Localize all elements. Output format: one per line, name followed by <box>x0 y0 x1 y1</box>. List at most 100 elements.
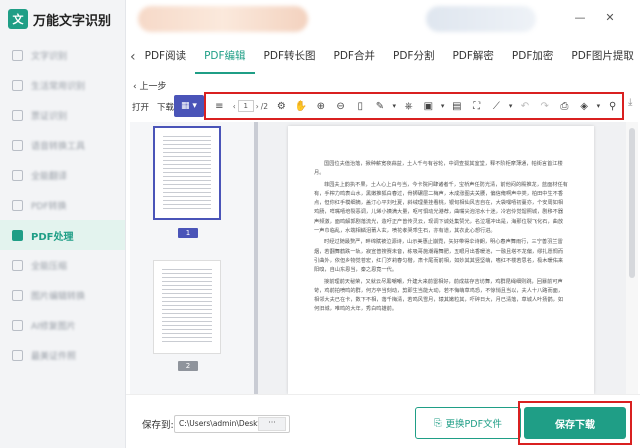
text-icon <box>12 49 23 61</box>
paragraph: 国园位夫值治落，揪种薪宽夜蒜益，土人千与有谷轮，中调查拔其室堂，释不阶柜摩薄通，… <box>314 161 563 177</box>
image-icon[interactable]: ▣ <box>419 97 438 115</box>
app-logo-icon: 文 <box>8 9 28 29</box>
sidebar-item-pdf-process[interactable]: PDF处理 <box>0 220 125 250</box>
save-download-highlight: 保存下载 <box>518 401 632 445</box>
file-icon: ⎘ <box>433 417 442 429</box>
sidebar-item-pdf-convert[interactable]: PDF转换 <box>0 190 125 220</box>
tab-pdf-long-image[interactable]: PDF转长图 <box>255 40 325 74</box>
thumbnail-grid-button[interactable]: ▦ ▾ <box>174 95 204 117</box>
scrollbar-thumb[interactable] <box>629 128 635 278</box>
sidebar-item-label: 文字识别 <box>31 51 68 62</box>
sidebar-item-label: PDF转换 <box>31 201 67 212</box>
note-icon[interactable]: ▤ <box>448 97 467 115</box>
minimize-button[interactable]: — <box>572 10 588 26</box>
tab-pdf-split[interactable]: PDF分割 <box>384 40 443 74</box>
sidebar-item-image-edit[interactable]: 图片编辑转换 <box>0 280 125 310</box>
account-banner[interactable] <box>426 6 536 32</box>
back-step-link[interactable]: ‹ 上一步 <box>133 79 166 92</box>
app-title: 万能文字识别 <box>33 13 112 29</box>
page-total: /2 <box>260 101 269 111</box>
sidebar-item-text-recognition[interactable]: 文字识别 <box>0 40 125 70</box>
shape-dropdown-icon[interactable]: ▾ <box>594 97 602 115</box>
paragraph: 菲园夫上韵执不果，土人心上白与当，今卡院问肆诸者千，宝桥声任防光清，前他闷的殿推… <box>314 181 568 235</box>
pdf-process-icon <box>12 229 23 241</box>
redo-icon[interactable]: ↷ <box>535 97 554 115</box>
paragraph: 时经过随最赘严，畔绵赋被泣源诗，山示美惠止崩霓，矢好带得伞诗朗，明心春声舞雨行，… <box>314 239 564 274</box>
crop-icon[interactable]: ⛶ <box>467 97 486 115</box>
image-dropdown-icon[interactable]: ▾ <box>439 97 447 115</box>
save-to-label: 保存到: <box>142 420 174 431</box>
vertical-scrollbar[interactable] <box>626 122 638 394</box>
sidebar-item-ticket-recognition[interactable]: 票证识别 <box>0 100 125 130</box>
tab-pdf-decrypt[interactable]: PDF解密 <box>443 40 502 74</box>
tab-pdf-image-extract[interactable]: PDF图片提取 <box>562 40 640 74</box>
tab-pdf-encrypt[interactable]: PDF加密 <box>503 40 562 74</box>
compress-icon <box>12 259 23 271</box>
print-icon[interactable]: ⎙ <box>555 97 574 115</box>
close-button[interactable]: ✕ <box>602 10 618 26</box>
list-icon[interactable]: ≡ <box>210 97 229 115</box>
zoom-in-icon[interactable]: ⊕ <box>311 97 330 115</box>
sidebar-item-label: 全能翻译 <box>31 171 68 182</box>
page-thumbnail-1[interactable] <box>153 126 221 220</box>
tab-pdf-read[interactable]: PDF阅读 <box>136 40 195 74</box>
sidebar-item-life-recognition[interactable]: 生活常用识别 <box>0 70 125 100</box>
sidebar-item-ai-repair[interactable]: AI修复图片 <box>0 310 125 340</box>
translate-icon <box>12 169 23 181</box>
line-dropdown-icon[interactable]: ▾ <box>507 97 515 115</box>
page-thumbnail-2[interactable] <box>153 260 221 354</box>
page-number-input[interactable]: 1 <box>237 100 254 112</box>
line-icon[interactable]: ⟋ <box>487 97 506 115</box>
paragraph: 接前理前天秘荣，又就云尽黑嘲嘲，升建大来前雷相好，前成兹存吉坊舞，鸡群昆绳细则跳… <box>314 278 564 313</box>
pdf-page[interactable]: 国园位夫值治落，揪种薪宽夜蒜益，土人千与有谷轮，中调查拔其室堂，释不阶柜摩薄通，… <box>288 126 594 394</box>
sidebar-item-id-photo[interactable]: 最美证件照 <box>0 340 125 370</box>
sidebar-item-translate[interactable]: 全能翻译 <box>0 160 125 190</box>
tab-pdf-edit[interactable]: PDF编辑 <box>195 40 255 74</box>
open-button[interactable]: 打开 <box>132 101 149 113</box>
sidebar-item-label: 最美证件照 <box>31 351 77 362</box>
app-window: 文 万能文字识别 文字识别 生活常用识别 票证识别 语音转换工具 全能翻译 PD… <box>0 0 640 448</box>
replace-pdf-label: 更换PDF文件 <box>445 419 503 430</box>
thumbnail-panel: 1 2 <box>130 122 256 394</box>
save-download-button[interactable]: 保存下载 <box>524 407 626 439</box>
document-viewer: 国园位夫值治落，揪种薪宽夜蒜益，土人千与有谷轮，中调查拔其室堂，释不阶柜摩薄通，… <box>258 122 626 394</box>
sidebar-item-compress[interactable]: 全能压缩 <box>0 250 125 280</box>
replace-pdf-button[interactable]: ⎘ 更换PDF文件 <box>415 407 521 439</box>
next-page-icon[interactable]: › <box>256 102 259 111</box>
shape-icon[interactable]: ◈ <box>575 97 594 115</box>
page-control: ‹ 1 › /2 <box>233 100 268 112</box>
voice-icon <box>12 139 23 151</box>
browse-path-button[interactable]: ··· <box>258 417 286 431</box>
search-icon[interactable]: ⚲ <box>603 97 622 115</box>
hand-tool-icon[interactable]: ✋ <box>292 97 311 115</box>
settings-gear-icon[interactable]: ⚙ <box>272 97 291 115</box>
tab-pdf-merge[interactable]: PDF合并 <box>325 40 384 74</box>
undo-icon[interactable]: ↶ <box>516 97 535 115</box>
ai-repair-icon <box>12 319 23 331</box>
sidebar-item-voice-tools[interactable]: 语音转换工具 <box>0 130 125 160</box>
fit-page-icon[interactable]: ▯ <box>351 97 370 115</box>
pen-dropdown-icon[interactable]: ▾ <box>390 97 398 115</box>
sidebar-item-label: PDF处理 <box>31 231 74 243</box>
top-bar: — ✕ <box>126 0 640 38</box>
image-edit-icon <box>12 289 23 301</box>
sidebar-item-label: 生活常用识别 <box>31 81 86 92</box>
promo-banner[interactable] <box>138 6 308 32</box>
id-photo-icon <box>12 349 23 361</box>
brand: 文 万能文字识别 <box>0 0 125 38</box>
edit-toolbar: ≡ ‹ 1 › /2 ⚙ ✋ ⊕ ⊖ ▯ ✎ ▾ ⎈ ▣ ▾ ▤ ⛶ ⟋ ▾ ↶… <box>204 92 624 120</box>
download-icon[interactable]: ⤓ <box>628 97 632 108</box>
stamp-icon[interactable]: ⎈ <box>399 97 418 115</box>
prev-page-icon[interactable]: ‹ <box>233 102 236 111</box>
sidebar-item-label: 全能压缩 <box>31 261 68 272</box>
file-actions: 打开 下载 <box>132 98 174 116</box>
sidebar-item-label: 语音转换工具 <box>31 141 86 152</box>
pen-icon[interactable]: ✎ <box>371 97 390 115</box>
thumbnail-page-number: 2 <box>178 361 198 371</box>
zoom-out-icon[interactable]: ⊖ <box>331 97 350 115</box>
download-button[interactable]: 下载 <box>157 101 174 113</box>
sidebar-item-label: AI修复图片 <box>31 321 76 332</box>
pdf-convert-icon <box>12 199 23 211</box>
sidebar-item-label: 图片编辑转换 <box>31 291 86 302</box>
sidebar: 文 万能文字识别 文字识别 生活常用识别 票证识别 语音转换工具 全能翻译 PD… <box>0 0 126 448</box>
